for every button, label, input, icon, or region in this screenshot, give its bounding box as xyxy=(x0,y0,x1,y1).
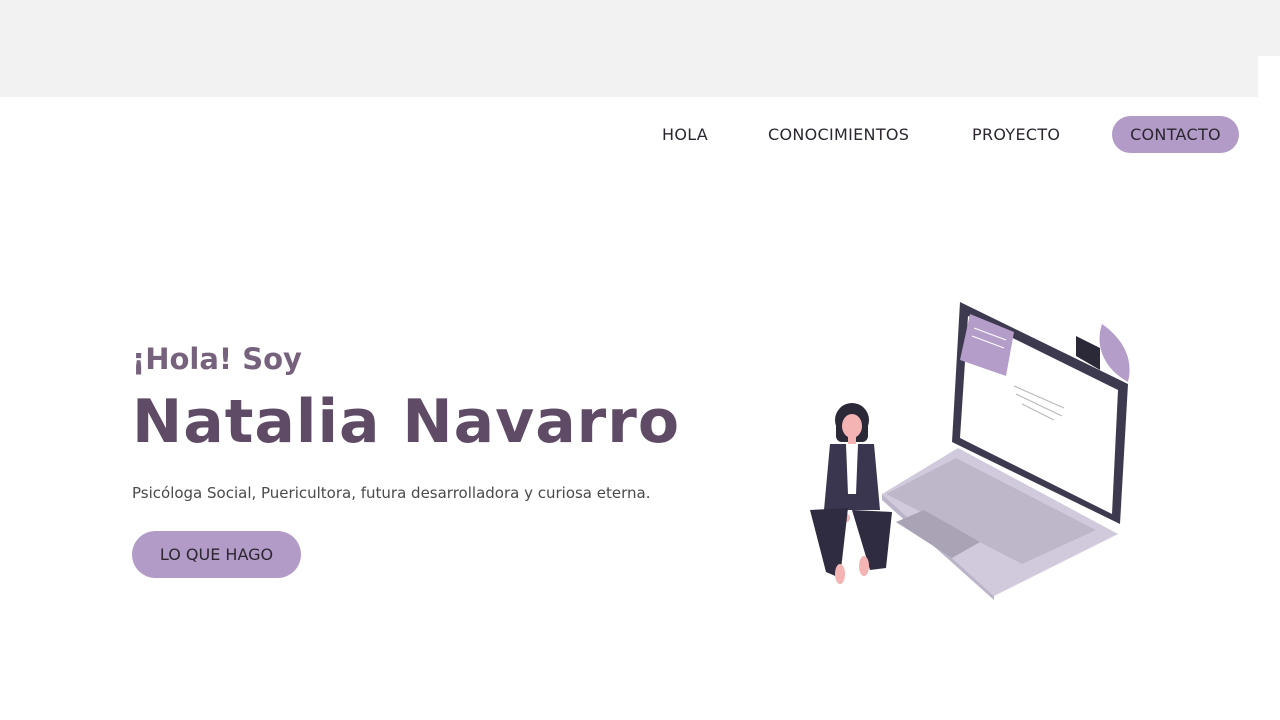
nav-item-conocimientos[interactable]: CONOCIMIENTOS xyxy=(768,116,909,153)
woman-laptop-illustration xyxy=(810,302,1130,600)
nav-item-proyecto[interactable]: PROYECTO xyxy=(972,116,1060,153)
top-band-notch xyxy=(1258,56,1280,97)
contact-button[interactable]: CONTACTO xyxy=(1112,116,1239,153)
woman-figure xyxy=(810,403,892,584)
hero-name: Natalia Navarro xyxy=(132,387,681,457)
main-nav: HOLA CONOCIMIENTOS PROYECTO CONTACTO xyxy=(0,116,1280,153)
top-band xyxy=(0,0,1280,97)
nav-item-hola[interactable]: HOLA xyxy=(662,116,708,153)
what-i-do-button[interactable]: LO QUE HAGO xyxy=(132,531,301,578)
hero-greeting: ¡Hola! Soy xyxy=(132,342,302,376)
hero-subtitle: Psicóloga Social, Puericultora, futura d… xyxy=(132,484,651,502)
